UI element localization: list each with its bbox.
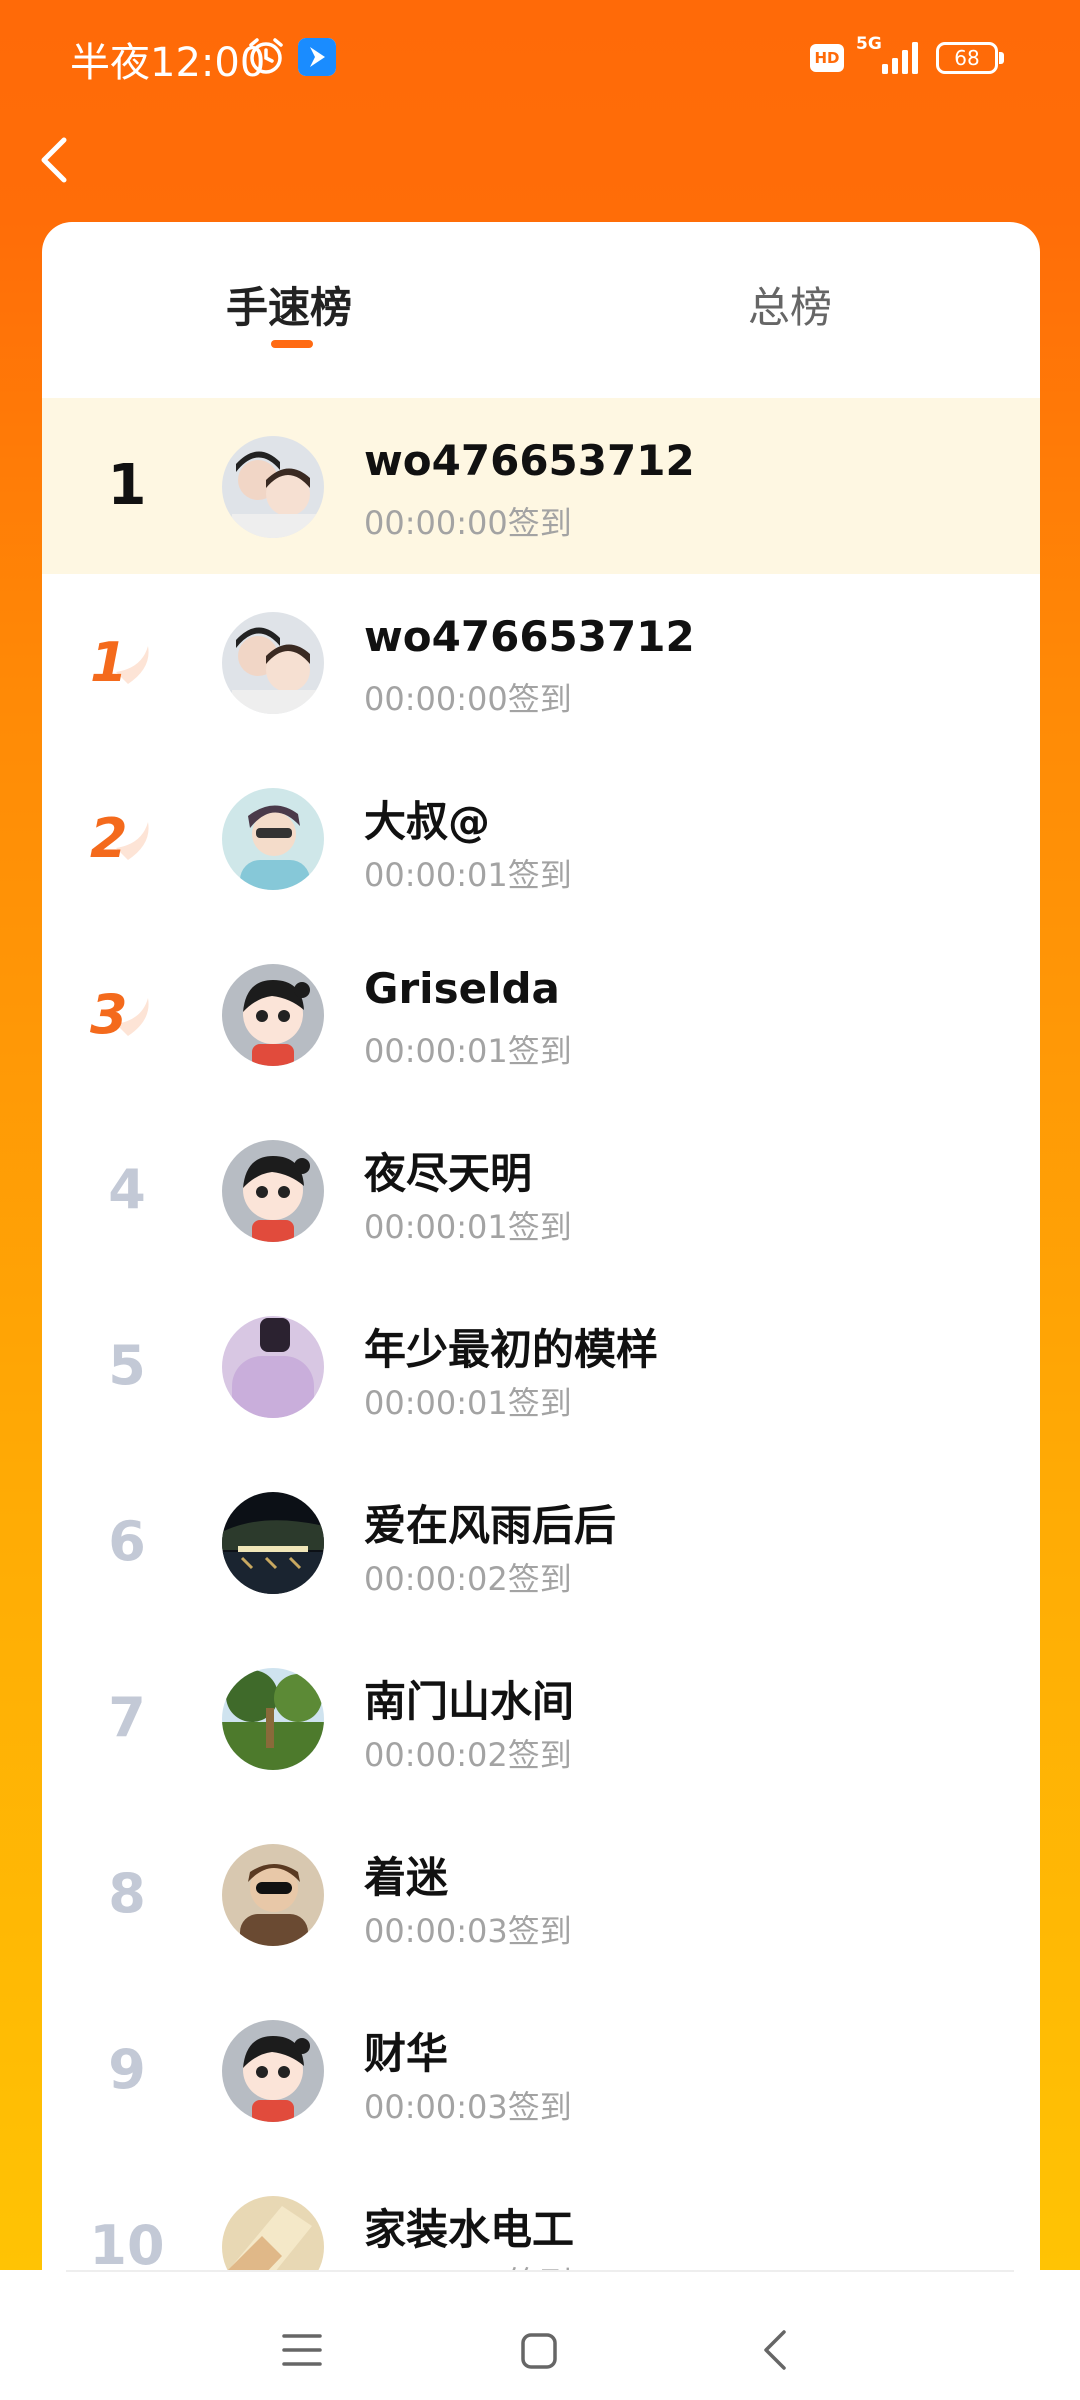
rank-number: 6 [108, 1510, 146, 1573]
avatar [222, 788, 324, 890]
avatar [222, 2020, 324, 2122]
user-name: 南门山水间 [364, 1677, 575, 1726]
signal-icon [882, 42, 918, 74]
list-item[interactable]: 2 大叔@ 00:00:01签到 [42, 750, 1040, 926]
rank-number: 1 [90, 631, 128, 694]
avatar [222, 1316, 324, 1418]
alarm-clock-icon [249, 38, 283, 74]
rank-number: 9 [108, 2038, 146, 2101]
avatar [222, 2196, 324, 2272]
user-name: Griselda [364, 964, 560, 1013]
tab-bar: 手速榜 总榜 [42, 222, 1040, 397]
list-item[interactable]: 8 着迷 00:00:03签到 [42, 1806, 1040, 1982]
user-name: 夜尽天明 [364, 1149, 533, 1198]
rank-number: 3 [90, 983, 128, 1046]
checkin-time: 00:00:01签到 [364, 1208, 572, 1246]
user-name: 财华 [364, 2029, 449, 2078]
leaderboard-card: 手速榜 总榜 1 wo476653712 00:00:00签到 1 wo4766… [42, 222, 1040, 2272]
user-name: 爱在风雨后后 [364, 1501, 617, 1550]
battery-level: 68 [954, 46, 980, 70]
avatar [222, 1668, 324, 1770]
checkin-time: 00:00:01签到 [364, 1384, 572, 1422]
user-name: 着迷 [364, 1853, 449, 1902]
home-square-icon[interactable] [520, 2332, 558, 2370]
hd-badge: HD [810, 44, 844, 72]
rank-number: 4 [108, 1158, 146, 1221]
user-name: 年少最初的模样 [364, 1325, 659, 1374]
user-name: 家装水电工 [364, 2205, 575, 2254]
back-arrow-icon[interactable] [28, 120, 88, 200]
rank-number: 7 [108, 1686, 146, 1749]
list-item[interactable]: 7 南门山水间 00:00:02签到 [42, 1630, 1040, 1806]
system-navigation-bar [0, 2270, 1080, 2400]
status-time: 半夜12:00 [70, 40, 266, 86]
list-item[interactable]: 1 wo476653712 00:00:00签到 [42, 574, 1040, 750]
list-item[interactable]: 9 财华 00:00:03签到 [42, 1982, 1040, 2158]
checkin-time: 00:00:03签到 [364, 1912, 572, 1950]
battery-icon: 68 [936, 42, 1004, 74]
ranking-list: 1 wo476653712 00:00:00签到 1 wo476653712 0… [42, 398, 1040, 2272]
user-name: wo476653712 [364, 612, 695, 661]
list-item[interactable]: 5 年少最初的模样 00:00:01签到 [42, 1278, 1040, 1454]
list-item[interactable]: 4 夜尽天明 00:00:01签到 [42, 1102, 1040, 1278]
user-name: wo476653712 [364, 436, 695, 485]
my-rank-row[interactable]: 1 wo476653712 00:00:00签到 [42, 398, 1040, 574]
divider [66, 2270, 1014, 2272]
checkin-time: 00:00:00签到 [364, 504, 572, 542]
checkin-time: 00:00:00签到 [364, 680, 572, 718]
tab-speed-ranking[interactable]: 手速榜 [226, 274, 352, 335]
active-tab-indicator [271, 340, 313, 348]
avatar [222, 612, 324, 714]
avatar [222, 436, 324, 538]
checkin-time: 00:00:03签到 [364, 2088, 572, 2126]
checkin-time: 00:00:02签到 [364, 1560, 572, 1598]
rank-number: 5 [108, 1334, 146, 1397]
list-item[interactable]: 10 家装水电工 00:00:07签到 [42, 2158, 1040, 2272]
tab-total-ranking[interactable]: 总榜 [748, 274, 832, 335]
list-item[interactable]: 6 爱在风雨后后 00:00:02签到 [42, 1454, 1040, 1630]
checkin-time: 00:00:02签到 [364, 1736, 572, 1774]
rank-number: 1 [107, 453, 147, 518]
checkin-time: 00:00:01签到 [364, 856, 572, 894]
user-name: 大叔@ [364, 797, 491, 846]
list-item[interactable]: 3 Griselda 00:00:01签到 [42, 926, 1040, 1102]
rank-number: 10 [89, 2214, 165, 2272]
rank-medal-1: 1 [90, 628, 160, 698]
rank-medal-2: 2 [90, 804, 160, 874]
nav-back-icon[interactable] [760, 2328, 790, 2372]
status-bar: 半夜12:00 HD 5G 68 [0, 0, 1080, 118]
avatar [222, 964, 324, 1066]
rank-medal-3: 3 [90, 980, 160, 1050]
avatar [222, 1492, 324, 1594]
menu-icon[interactable] [282, 2332, 322, 2368]
rank-number: 2 [90, 807, 128, 870]
app-notification-icon [298, 38, 336, 76]
avatar [222, 1140, 324, 1242]
rank-number: 8 [108, 1862, 146, 1925]
checkin-time: 00:00:01签到 [364, 1032, 572, 1070]
avatar [222, 1844, 324, 1946]
